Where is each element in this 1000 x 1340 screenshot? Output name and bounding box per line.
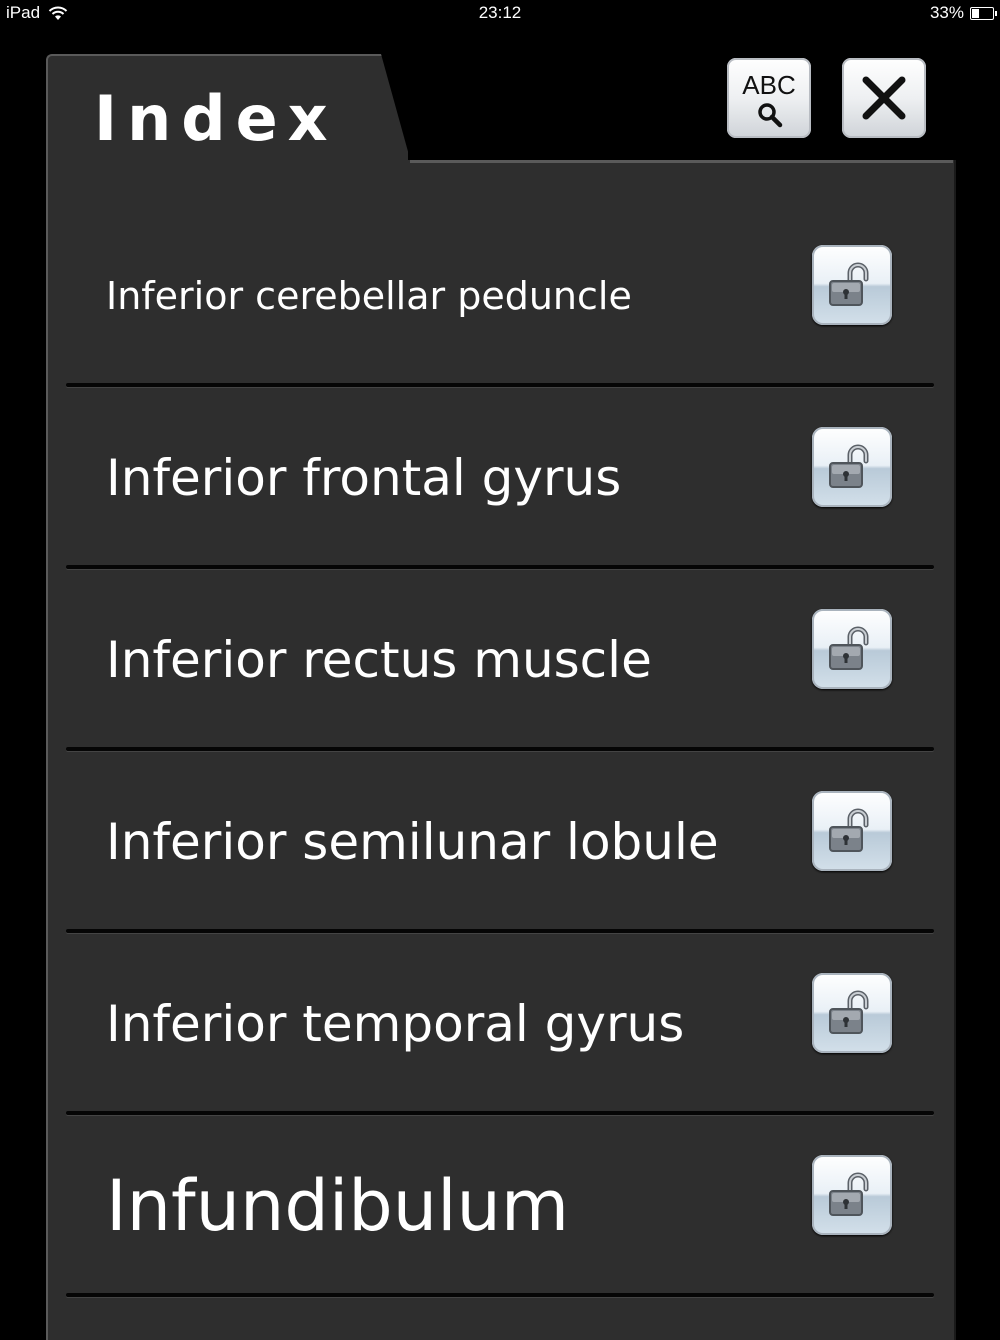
lock-button[interactable]: [812, 245, 892, 325]
list-item[interactable]: Inferior frontal gyrus: [66, 387, 934, 569]
list-item[interactable]: Inferior cerebellar peduncle: [66, 205, 934, 387]
page-title: Index: [94, 82, 338, 155]
status-time: 23:12: [478, 3, 522, 22]
abc-search-label: ABC: [742, 70, 796, 100]
list-item-label: Inferior cerebellar peduncle: [106, 274, 632, 318]
index-list: Inferior cerebellar peduncle Inferior fro…: [66, 205, 934, 1297]
panel-top-edge: [410, 160, 953, 163]
row-divider: [66, 1293, 934, 1297]
battery-percent: 33%: [929, 3, 964, 22]
list-item[interactable]: Inferior semilunar lobule: [66, 751, 934, 933]
lock-button[interactable]: [812, 791, 892, 871]
status-right: 33%: [929, 3, 997, 23]
battery-icon: [970, 6, 997, 20]
list-item[interactable]: Inferior rectus muscle: [66, 569, 934, 751]
status-bar: iPad 23:12 33%: [0, 0, 1000, 26]
list-item-label: Inferior frontal gyrus: [106, 449, 622, 507]
close-x-icon: [862, 76, 906, 120]
list-item-label: Inferior temporal gyrus: [106, 995, 685, 1053]
unlocked-padlock-icon: [829, 444, 869, 488]
unlocked-padlock-icon: [829, 808, 869, 852]
magnifier-icon: [758, 103, 783, 128]
battery-fill: [972, 8, 979, 18]
unlocked-padlock-icon: [829, 1172, 869, 1216]
lock-button[interactable]: [812, 609, 892, 689]
list-item-label: Infundibulum: [106, 1165, 570, 1247]
close-button[interactable]: [842, 58, 926, 138]
abc-search-button[interactable]: ABC: [727, 58, 811, 138]
lock-button[interactable]: [812, 973, 892, 1053]
list-item-label: Inferior rectus muscle: [106, 631, 652, 689]
list-item[interactable]: Inferior temporal gyrus: [66, 933, 934, 1115]
lock-button[interactable]: [812, 1155, 892, 1235]
list-item[interactable]: Infundibulum: [66, 1115, 934, 1297]
unlocked-padlock-icon: [829, 626, 869, 670]
unlocked-padlock-icon: [829, 990, 869, 1034]
unlocked-padlock-icon: [829, 262, 869, 306]
lock-button[interactable]: [812, 427, 892, 507]
list-item-label: Inferior semilunar lobule: [106, 813, 719, 871]
